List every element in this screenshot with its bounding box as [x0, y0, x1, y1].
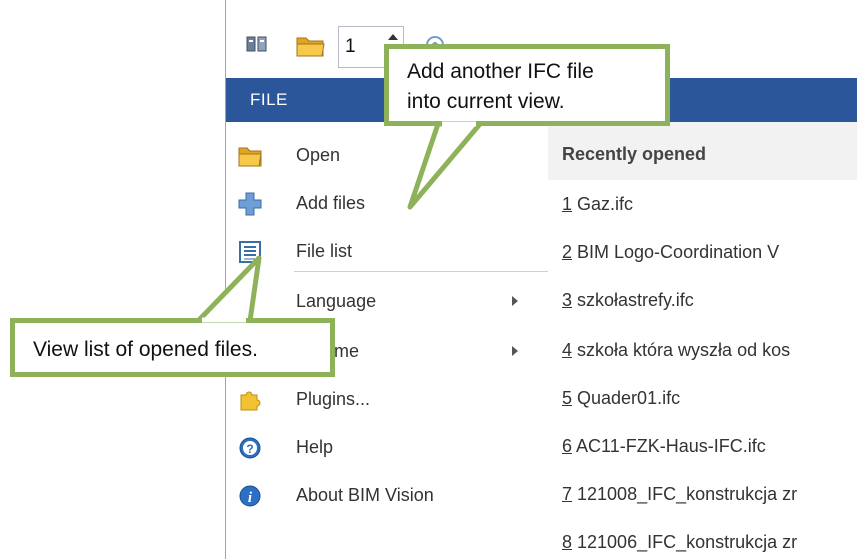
pointer-joins	[202, 121, 476, 323]
